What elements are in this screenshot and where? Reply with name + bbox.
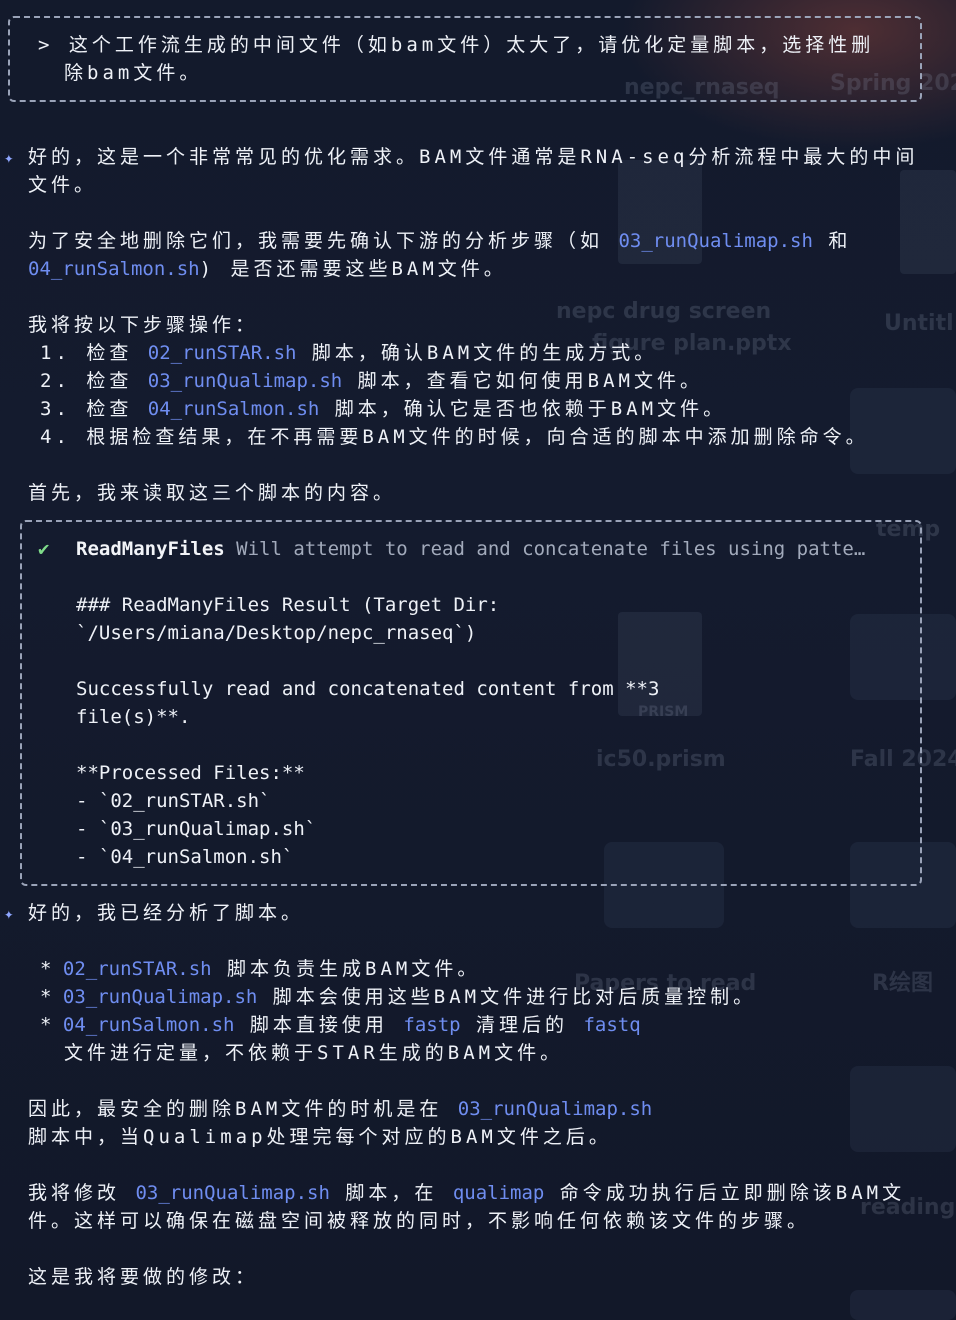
tool-result-line: Successfully read and concatenated conte… [76,678,660,700]
inline-code: 03_runQualimap.sh [135,1182,330,1204]
bullet-continuation: 文件进行定量，不依赖于STAR生成的BAM文件。 [64,1042,564,1064]
desktop-label: Untitl [884,311,954,336]
inline-code: fastp [403,1014,461,1036]
inline-code: qualimap [452,1182,545,1204]
assistant-text: 首先，我来读取这三个脚本的内容。 [28,482,397,504]
user-prompt-line: 除bam文件。 [64,62,203,84]
tool-name: ReadManyFiles [76,538,225,560]
bullet-item: * 02_runSTAR.sh 脚本负责生成BAM文件。 [40,958,481,980]
user-prompt-line: > 这个工作流生成的中间文件（如bam文件）太大了，请优化定量脚本，选择性删 [38,34,875,56]
tool-call-header: ✔ [38,535,49,563]
inline-code: 04_runSalmon.sh [62,1014,235,1036]
inline-code: 02_runSTAR.sh [147,342,297,364]
desktop-label: R绘图 [872,971,933,996]
inline-code: fastq [583,1014,641,1036]
assistant-text: 脚本中，当Qualimap处理完每个对应的BAM文件之后。 [28,1126,612,1148]
processed-file: - `02_runSTAR.sh` [76,790,271,812]
bullet-item: * 04_runSalmon.sh 脚本直接使用 fastp 清理后的 fast… [40,1014,641,1036]
inline-code: 04_runSalmon.sh [147,398,320,420]
inline-code: 04_runSalmon.sh [28,258,200,280]
assistant-text: 04_runSalmon.sh) 是否还需要这些BAM文件。 [28,258,507,280]
tool-result-line: `/Users/miana/Desktop/nepc_rnaseq`) [76,622,477,644]
tool-result-line: **Processed Files:** [76,762,305,784]
tool-result-line: ### ReadManyFiles Result (Target Dir: [76,594,500,616]
desktop-file-icon [900,170,956,274]
assistant-text: 文件。 [28,174,98,196]
assistant-sparkle-icon: ✦ [4,148,14,167]
desktop-label: nepc drug screen [556,299,772,324]
assistant-text: 我将修改 03_runQualimap.sh 脚本，在 qualimap 命令成… [28,1182,906,1204]
desktop-folder-icon [850,1290,956,1320]
inline-code: 02_runSTAR.sh [62,958,212,980]
inline-code: 03_runQualimap.sh [62,986,258,1008]
processed-file: - `03_runQualimap.sh` [76,818,317,840]
inline-code: 03_runQualimap.sh [618,230,813,252]
tool-description: Will attempt to read and concatenate fil… [224,538,866,560]
step-item: 3. 检查 04_runSalmon.sh 脚本，确认它是否也依赖于BAM文件。 [40,398,727,420]
step-item: 2. 检查 03_runQualimap.sh 脚本，查看它如何使用BAM文件。 [40,370,703,392]
step-item: 1. 检查 02_runSTAR.sh 脚本，确认BAM文件的生成方式。 [40,342,658,364]
bullet-item: * 03_runQualimap.sh 脚本会使用这些BAM文件进行比对后质量控… [40,986,757,1008]
processed-file: - `04_runSalmon.sh` [76,846,294,868]
assistant-text: 这是我将要做的修改： [28,1266,259,1288]
tool-call-title: ReadManyFiles Will attempt to read and c… [76,535,865,563]
assistant-text: 件。这样可以确保在磁盘空间被释放的同时，不影响任何依赖该文件的步骤。 [28,1210,811,1232]
steps-heading: 我将按以下步骤操作： [28,314,259,336]
assistant-text: 好的，我已经分析了脚本。 [28,902,305,924]
assistant-text: 为了安全地删除它们，我需要先确认下游的分析步骤（如 03_runQualimap… [28,230,852,252]
assistant-sparkle-icon: ✦ [4,904,14,923]
step-item: 4. 根据检查结果，在不再需要BAM文件的时候，向合适的脚本中添加删除命令。 [40,426,869,448]
assistant-text: 因此，最安全的删除BAM文件的时机是在 03_runQualimap.sh [28,1098,653,1120]
desktop-folder-icon [850,1066,956,1152]
tool-result-line: file(s)**. [76,706,191,728]
inline-code: 03_runQualimap.sh [457,1098,653,1120]
checkmark-icon: ✔ [38,538,50,560]
inline-code: 03_runQualimap.sh [147,370,343,392]
assistant-text: 好的，这是一个非常常见的优化需求。BAM文件通常是RNA-seq分析流程中最大的… [28,146,919,168]
